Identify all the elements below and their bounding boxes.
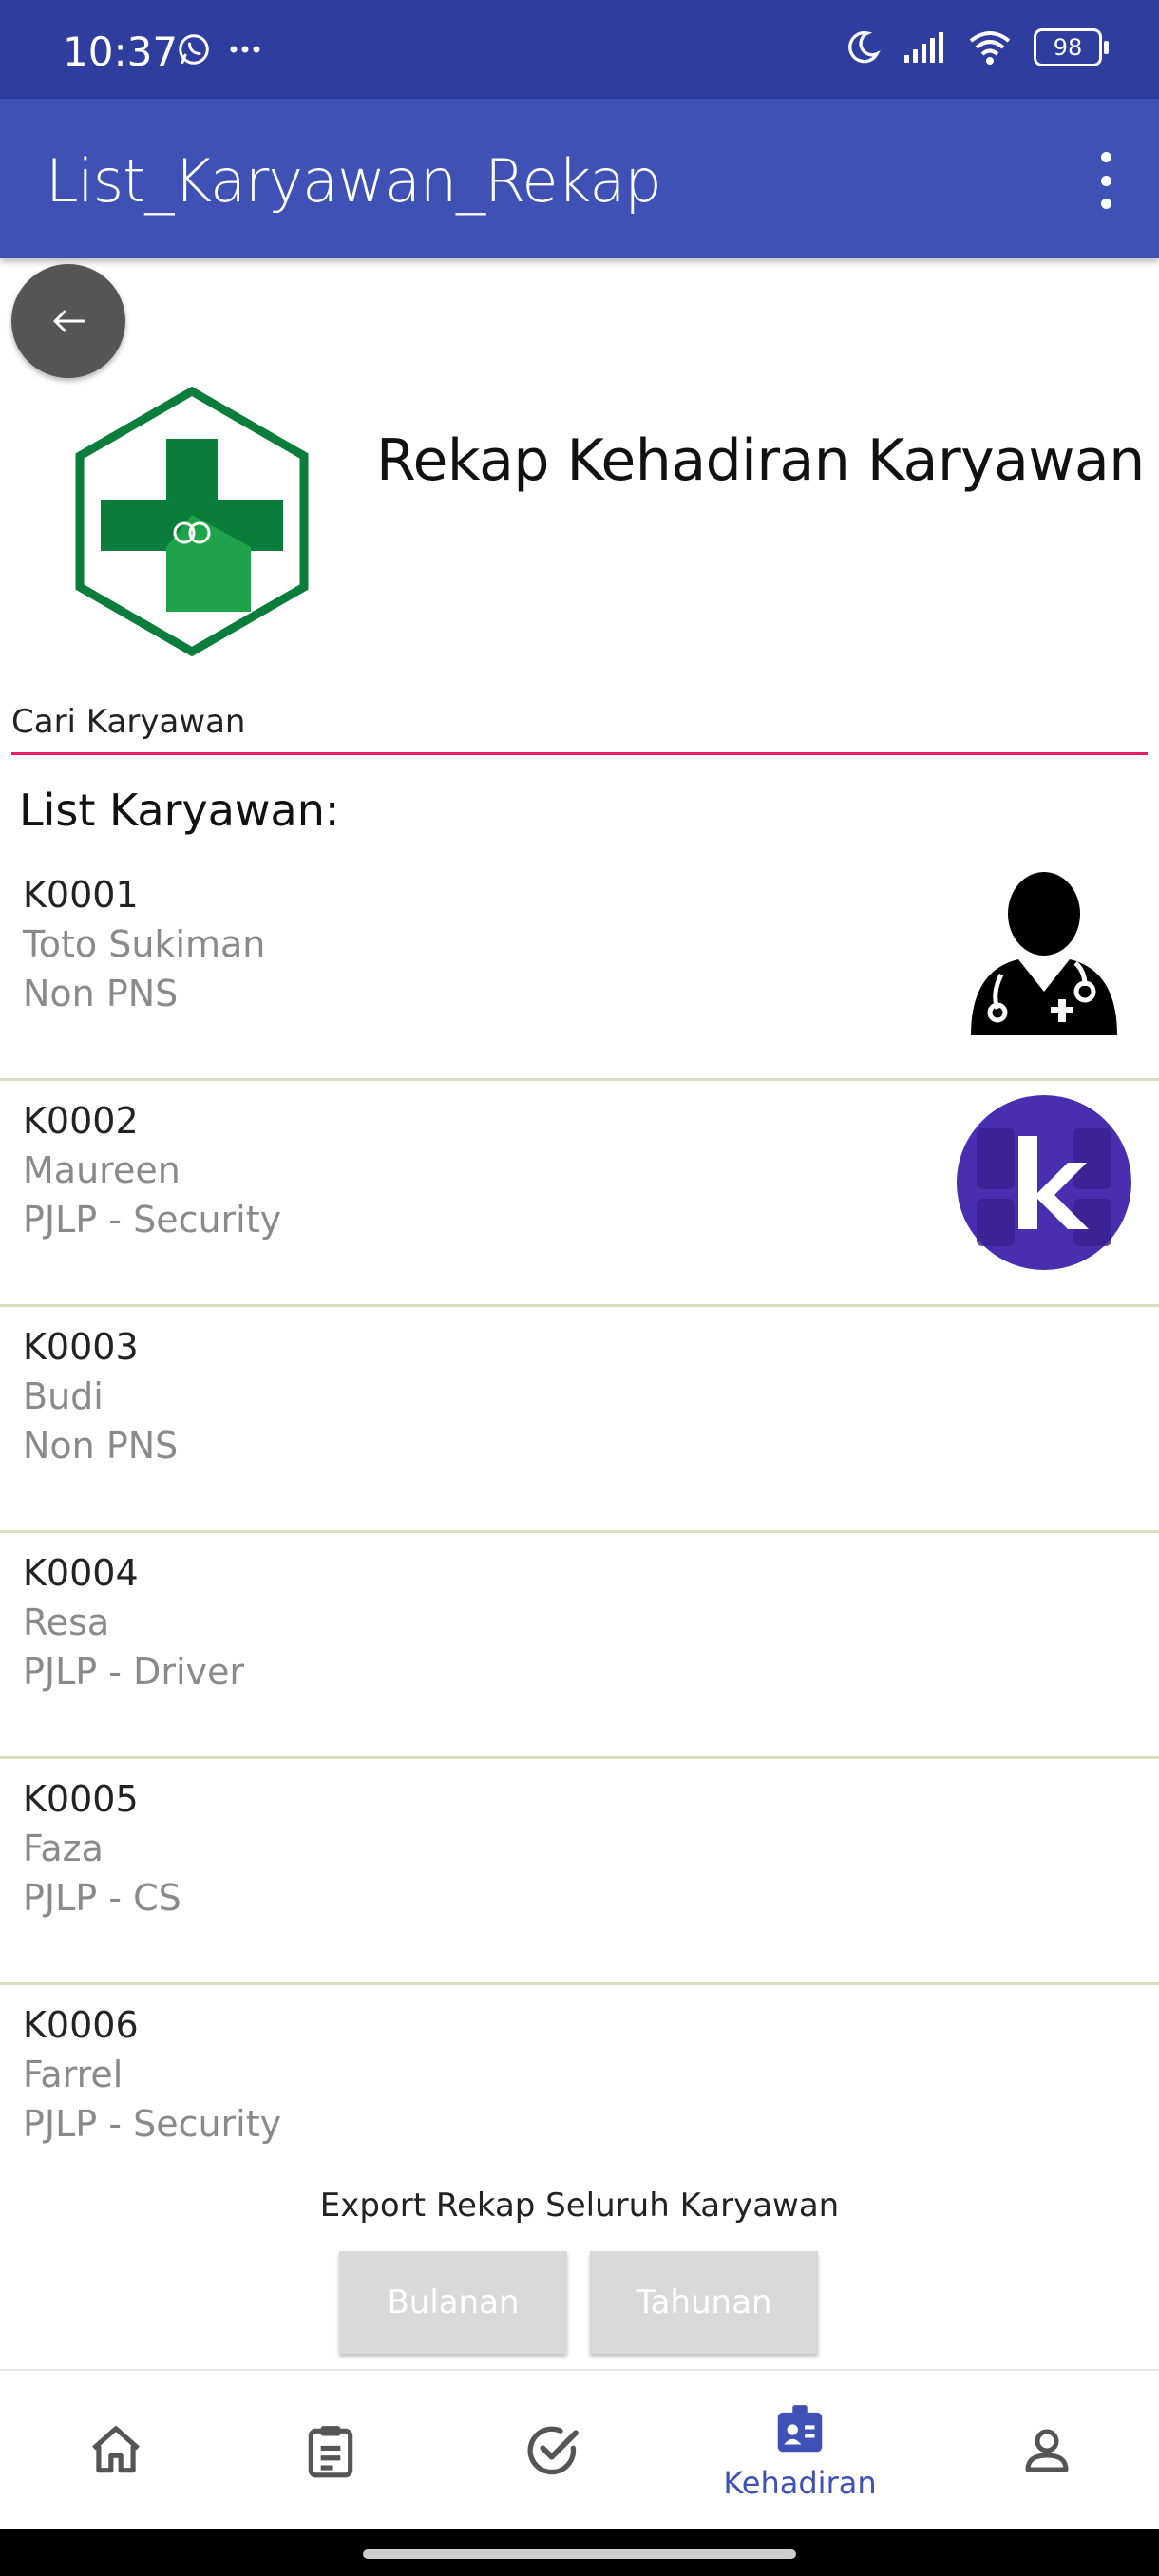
app-title: List_Karyawan_Rekap <box>46 146 662 216</box>
doctor-icon <box>971 872 1117 1035</box>
arrow-left-icon <box>53 310 86 332</box>
export-label: Export Rekap Seluruh Karyawan <box>319 2187 840 2225</box>
employee-id: K0004 <box>23 1552 139 1594</box>
nav-label-kehadiran: Kehadiran <box>723 2465 877 2501</box>
home-icon <box>92 2426 140 2473</box>
list-heading: List Karyawan: <box>19 785 340 836</box>
list-item[interactable]: K0004 Resa PJLP - Driver <box>0 1533 1159 1759</box>
list-item[interactable]: K0006 Farrel PJLP - Security <box>0 1985 1159 2211</box>
employee-list: K0001 Toto Sukiman Non PNS K0002 Maureen… <box>0 855 1159 2211</box>
back-button[interactable] <box>11 264 125 378</box>
check-circle-icon <box>527 2426 579 2475</box>
employee-role: PJLP - CS <box>23 1877 181 1919</box>
list-item[interactable]: K0003 Budi Non PNS <box>0 1307 1159 1533</box>
more-icon <box>230 46 260 53</box>
employee-role: PJLP - Security <box>23 2103 282 2145</box>
employee-role: PJLP - Security <box>23 1199 282 1241</box>
app-bar: List_Karyawan_Rekap <box>0 99 1159 258</box>
clipboard-icon <box>308 2426 353 2478</box>
more-vert-icon[interactable] <box>1094 152 1117 209</box>
list-item[interactable]: K0002 Maureen PJLP - Security <box>0 1081 1159 1307</box>
wifi-icon <box>969 31 1011 65</box>
employee-name: Budi <box>23 1375 104 1417</box>
system-gesture-area <box>0 2529 1159 2576</box>
search-field-container <box>11 693 1148 755</box>
employee-name: Maureen <box>23 1149 180 1191</box>
status-bar: 10:37 98 <box>0 0 1159 99</box>
employee-role: Non PNS <box>23 1425 179 1467</box>
nav-item-approval[interactable] <box>437 2371 669 2530</box>
search-input[interactable] <box>11 693 1148 750</box>
employee-name: Faza <box>23 1828 104 1869</box>
monthly-export-button[interactable]: Bulanan <box>339 2251 567 2354</box>
nav-item-profile[interactable] <box>931 2371 1159 2530</box>
person-icon <box>1025 2429 1069 2472</box>
nav-item-tasks[interactable] <box>215 2371 446 2530</box>
list-item[interactable]: K0001 Toto Sukiman Non PNS <box>0 855 1159 1081</box>
export-buttons: Bulanan Tahunan <box>339 2251 818 2354</box>
whatsapp-icon <box>179 34 209 65</box>
employee-name: Resa <box>23 1601 110 1643</box>
bottom-nav: Kehadiran <box>0 2369 1159 2530</box>
employee-id: K0001 <box>23 874 139 916</box>
employee-id: K0002 <box>23 1100 139 1142</box>
moon-icon <box>848 30 881 64</box>
k-logo-avatar <box>957 1095 1131 1270</box>
employee-role: PJLP - Driver <box>23 1651 245 1693</box>
signal-icon <box>904 32 943 63</box>
status-time: 10:37 <box>63 28 179 75</box>
employee-id: K0003 <box>23 1326 139 1368</box>
battery-icon: 98 <box>1034 28 1109 66</box>
attendance-icon <box>777 2405 823 2453</box>
nav-item-home[interactable] <box>0 2371 232 2530</box>
nav-item-kehadiran[interactable]: Kehadiran <box>684 2371 916 2530</box>
employee-id: K0006 <box>23 2004 139 2046</box>
employee-role: Non PNS <box>23 973 179 1014</box>
list-item[interactable]: K0005 Faza PJLP - CS <box>0 1759 1159 1985</box>
page-title: Rekap Kehadiran Karyawan <box>376 427 1145 494</box>
gesture-handle[interactable] <box>363 2549 796 2559</box>
yearly-export-button[interactable]: Tahunan <box>590 2251 818 2354</box>
employee-name: Toto Sukiman <box>23 923 266 965</box>
employee-id: K0005 <box>23 1778 139 1820</box>
health-logo <box>75 386 309 657</box>
employee-name: Farrel <box>23 2054 124 2095</box>
